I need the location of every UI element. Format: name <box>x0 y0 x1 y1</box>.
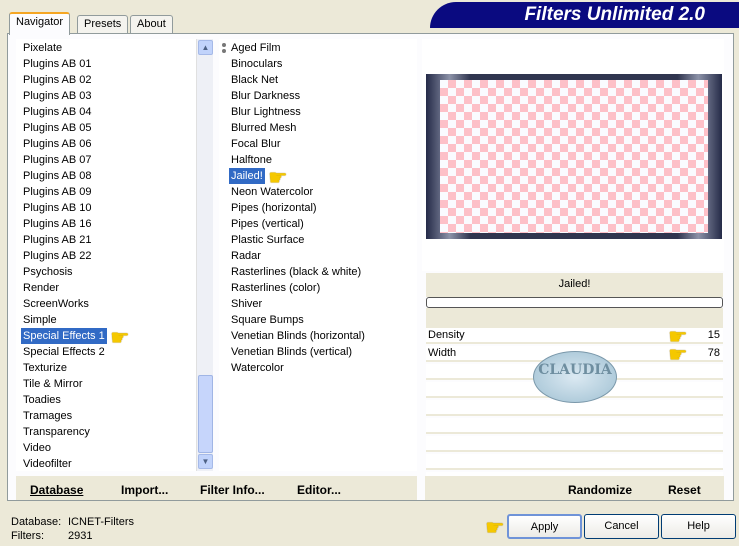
category-item[interactable]: Video <box>23 440 51 456</box>
preview-image <box>426 74 722 239</box>
tab-presets[interactable]: Presets <box>77 15 129 34</box>
category-item[interactable]: Plugins AB 05 <box>23 120 92 136</box>
param-label: Density <box>428 329 465 341</box>
left-button-bar: Database Import... Filter Info... Editor… <box>16 476 417 500</box>
cancel-button[interactable]: Cancel <box>584 514 659 539</box>
category-item[interactable]: Texturize <box>23 360 67 376</box>
param-label: Width <box>428 347 457 359</box>
category-item[interactable]: Psychosis <box>23 264 73 280</box>
category-item[interactable]: Plugins AB 02 <box>23 72 92 88</box>
help-button[interactable]: Help <box>661 514 736 539</box>
watermark-logo: CLAUDIA <box>533 351 617 403</box>
filter-item[interactable]: Pipes (vertical) <box>231 216 304 232</box>
import-button[interactable]: Import... <box>121 483 168 497</box>
category-item[interactable]: Plugins AB 01 <box>23 56 92 72</box>
empty-param-row <box>426 436 723 452</box>
category-item[interactable]: Plugins AB 16 <box>23 216 92 232</box>
category-scrollbar[interactable]: ▲ ▼ <box>196 39 213 471</box>
filter-item[interactable]: Shiver <box>231 296 262 312</box>
scroll-thumb[interactable] <box>198 375 213 453</box>
category-item[interactable]: Special Effects 2 <box>23 344 105 360</box>
param-value[interactable]: 78 <box>708 346 720 361</box>
category-item[interactable]: ScreenWorks <box>23 296 89 312</box>
category-item[interactable]: Tile & Mirror <box>23 376 82 392</box>
filter-item[interactable]: Pipes (horizontal) <box>231 200 317 216</box>
category-item[interactable]: Plugins AB 21 <box>23 232 92 248</box>
filter-item[interactable]: Blurred Mesh <box>231 120 296 136</box>
filter-item[interactable]: Venetian Blinds (vertical) <box>231 344 352 360</box>
filter-item[interactable]: Venetian Blinds (horizontal) <box>231 328 365 344</box>
filter-item[interactable]: Rasterlines (color) <box>231 280 320 296</box>
category-item[interactable]: Plugins AB 03 <box>23 88 92 104</box>
filter-item[interactable]: Halftone <box>231 152 272 168</box>
param-value[interactable]: 15 <box>708 328 720 343</box>
database-label: Database: <box>11 516 62 528</box>
category-item[interactable]: Plugins AB 06 <box>23 136 92 152</box>
category-item[interactable]: Transparency <box>23 424 90 440</box>
category-item[interactable]: Render <box>23 280 59 296</box>
filter-item[interactable]: Blur Lightness <box>231 104 301 120</box>
filter-list[interactable]: Aged Film Binoculars Black Net Blur Darknes… <box>219 39 417 471</box>
progress-bar <box>426 297 723 308</box>
category-item[interactable]: Tramages <box>23 408 72 424</box>
category-item[interactable]: Plugins AB 04 <box>23 104 92 120</box>
app-title-banner: Filters Unlimited 2.0 <box>430 2 739 28</box>
filter-name-label: Jailed! <box>426 273 723 297</box>
category-item[interactable]: Simple <box>23 312 57 328</box>
filter-item[interactable]: Binoculars <box>231 56 282 72</box>
pointer-hand-icon: ☛ <box>485 516 505 541</box>
editor-button[interactable]: Editor... <box>297 483 341 497</box>
filters-count-value: 2931 <box>68 530 93 542</box>
filter-item[interactable]: Jailed! <box>229 168 265 184</box>
category-item[interactable]: Plugins AB 08 <box>23 168 92 184</box>
filter-info-button[interactable]: Filter Info... <box>200 483 265 497</box>
pointer-hand-icon: ☛ <box>110 326 130 351</box>
database-value: ICNET-Filters <box>68 516 134 528</box>
filter-item[interactable]: Square Bumps <box>231 312 304 328</box>
category-item[interactable]: Pixelate <box>23 40 62 56</box>
filter-item[interactable]: Rasterlines (black & white) <box>231 264 361 280</box>
filters-count-label: Filters: <box>11 530 44 542</box>
filter-item[interactable]: Focal Blur <box>231 136 281 152</box>
filter-item[interactable]: Radar <box>231 248 261 264</box>
category-item[interactable]: Plugins AB 07 <box>23 152 92 168</box>
pointer-hand-icon: ☛ <box>268 166 288 191</box>
category-item[interactable]: Plugins AB 09 <box>23 184 92 200</box>
filter-item[interactable]: Aged Film <box>231 40 281 56</box>
filter-item[interactable]: Blur Darkness <box>231 88 300 104</box>
category-item[interactable]: Special Effects 1 <box>21 328 107 344</box>
category-item[interactable]: Plugins AB 22 <box>23 248 92 264</box>
randomize-button[interactable]: Randomize <box>568 483 632 497</box>
category-item[interactable]: Toadies <box>23 392 61 408</box>
tab-about[interactable]: About <box>130 15 173 34</box>
filter-item[interactable]: Black Net <box>231 72 278 88</box>
empty-param-row <box>426 418 723 434</box>
empty-param-row <box>426 454 723 470</box>
scroll-down-button[interactable]: ▼ <box>198 454 213 469</box>
scroll-up-button[interactable]: ▲ <box>198 40 213 55</box>
filter-item[interactable]: Plastic Surface <box>231 232 304 248</box>
reset-button[interactable]: Reset <box>668 483 701 497</box>
category-list[interactable]: Pixelate Plugins AB 01 Plugins AB 02 Plugin… <box>16 39 196 471</box>
apply-button[interactable]: Apply <box>507 514 582 539</box>
filter-item[interactable]: Watercolor <box>231 360 284 376</box>
database-button[interactable]: Database <box>30 483 83 497</box>
pointer-hand-icon: ☛ <box>668 343 688 368</box>
category-item[interactable]: Videofilter <box>23 456 72 472</box>
drag-grip-icon <box>222 43 226 53</box>
category-item[interactable]: Plugins AB 10 <box>23 200 92 216</box>
tab-navigator[interactable]: Navigator <box>9 12 71 35</box>
right-button-bar: Randomize Reset <box>425 476 724 500</box>
